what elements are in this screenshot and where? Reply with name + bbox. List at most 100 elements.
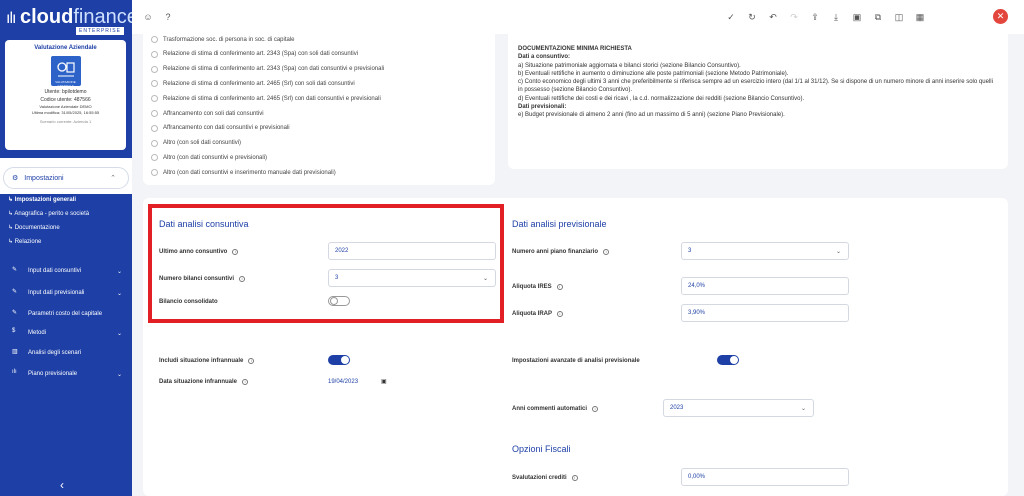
- submenu-impostazioni-generali[interactable]: ↳ Impostazioni generali: [8, 196, 76, 203]
- radio-circle[interactable]: [151, 154, 158, 162]
- menu-piano-previsionale[interactable]: ılı Piano previsionale ⌄: [12, 369, 122, 379]
- upload-icon[interactable]: ⇪: [809, 11, 821, 23]
- info-icon[interactable]: i: [603, 249, 610, 255]
- includi-infrannuale-toggle[interactable]: [328, 355, 350, 365]
- radio-label: Altro (con dati consuntivi e previsional…: [163, 154, 268, 161]
- ires-input[interactable]: 24,0%: [681, 277, 849, 295]
- valuation-icon: VALUTAZIONE AZIENDALE: [50, 56, 81, 88]
- doc-consuntivo-heading: Dati a consuntivo:: [518, 54, 571, 61]
- calendar-icon[interactable]: ▦: [914, 11, 926, 23]
- refresh-icon[interactable]: ↻: [746, 11, 758, 23]
- radio-circle[interactable]: [151, 169, 158, 177]
- redo-icon[interactable]: ↷: [788, 11, 800, 23]
- report-type-radio[interactable]: Relazione di stima di conferimento art. …: [151, 50, 358, 58]
- report-type-radio[interactable]: Trasformazione soc. di persona in soc. d…: [151, 36, 295, 43]
- radio-circle[interactable]: [151, 110, 158, 117]
- anni-piano-select[interactable]: 3 ⌄: [681, 242, 849, 260]
- radio-label: Affrancamento con soli dati consuntivi: [163, 110, 264, 117]
- report-type-radio[interactable]: Relazione di stima di conferimento art. …: [151, 80, 355, 88]
- radio-circle[interactable]: [151, 139, 158, 147]
- anni-commenti-label: Anni commenti automatici i: [512, 406, 599, 412]
- cloudfinance-logo[interactable]: ılı cloudfinance ENTERPRISE: [6, 6, 138, 35]
- submenu-anagrafica[interactable]: ↳ Anagrafica - perito e società: [8, 210, 89, 217]
- menu-impostazioni[interactable]: ⚙ Impostazioni ⌃: [3, 167, 129, 189]
- impostazioni-avanzate-toggle[interactable]: [717, 355, 739, 365]
- radio-circle[interactable]: [151, 65, 158, 73]
- copy-icon[interactable]: ⧉: [872, 11, 884, 23]
- chevron-down-icon: ⌄: [116, 330, 122, 337]
- logo-bars-icon: ılı: [6, 10, 17, 27]
- menu-input-previsionali[interactable]: ✎ Input dati previsionali ⌄: [12, 288, 122, 298]
- doc-title: DOCUMENTAZIONE MINIMA RICHIESTA: [518, 46, 632, 52]
- user-name: Utente: bpilotdemo: [44, 89, 87, 95]
- radio-circle[interactable]: [151, 50, 158, 58]
- radio-circle[interactable]: [151, 124, 158, 132]
- menu-input-consuntivi[interactable]: ✎ Input dati consuntivi ⌄: [12, 266, 122, 276]
- doc-line: d) Eventuali rettifiche dei costi e dei …: [518, 95, 805, 102]
- company-card: Valutazione Aziendale VALUTAZIONE AZIEND…: [5, 40, 126, 150]
- info-icon[interactable]: i: [248, 358, 255, 364]
- download-icon[interactable]: ⤓: [830, 11, 842, 23]
- menu-analisi-scenari[interactable]: ▥ Analisi degli scenari: [12, 348, 122, 358]
- help-icon[interactable]: ?: [162, 11, 174, 23]
- previsionale-heading: Dati analisi previsionale: [512, 219, 607, 229]
- svalutazioni-input[interactable]: 0,00%: [681, 468, 849, 486]
- chevron-down-icon: ⌄: [116, 290, 122, 297]
- layout-icon[interactable]: ◫: [893, 11, 905, 23]
- chevron-down-icon: ⌄: [800, 405, 806, 412]
- chevron-down-icon: ⌄: [116, 371, 122, 378]
- chevron-up-icon: ⌃: [110, 175, 116, 182]
- menu-impostazioni-label: Impostazioni: [24, 174, 64, 182]
- calendar-icon[interactable]: ▣: [381, 378, 387, 385]
- irap-label: Aliquota IRAP i: [512, 311, 563, 317]
- info-icon[interactable]: i: [556, 284, 563, 290]
- top-toolbar: ☺ ? ✓ ↻ ↶ ↷ ⇪ ⤓ ▣ ⧉ ◫ ▦: [132, 0, 1024, 34]
- doc-previsionali-heading: Dati previsionali:: [518, 104, 567, 111]
- check-icon[interactable]: ✓: [725, 11, 737, 23]
- report-type-radio[interactable]: Altro (con dati consuntivi e previsional…: [151, 154, 268, 162]
- doc-line: c) Conto economico degli ultimi 3 anni c…: [518, 79, 993, 94]
- report-type-radio[interactable]: Relazione di stima di conferimento art. …: [151, 65, 384, 73]
- impostazioni-avanzate-label: Impostazioni avanzate di analisi previsi…: [512, 358, 640, 364]
- report-type-radio[interactable]: Relazione di stima di conferimento art. …: [151, 95, 381, 103]
- info-icon[interactable]: i: [557, 311, 563, 317]
- radio-label: Trasformazione soc. di persona in soc. d…: [163, 36, 295, 43]
- menu-parametri-capitale[interactable]: ✎ Parametri costo del capitale: [12, 309, 122, 319]
- collapse-sidebar-icon[interactable]: ‹: [60, 478, 64, 492]
- radio-label: Affrancamento con dati consuntivi e prev…: [163, 125, 290, 132]
- support-icon[interactable]: ☺: [142, 11, 154, 23]
- columns-icon: ▥: [12, 349, 18, 355]
- info-icon[interactable]: i: [592, 406, 599, 412]
- svalutazioni-label: Svalutazioni crediti i: [512, 475, 578, 481]
- chevron-down-icon: ⌄: [116, 268, 122, 275]
- dollar-icon: $: [12, 328, 16, 334]
- report-type-radio[interactable]: Affrancamento con soli dati consuntivi: [151, 110, 264, 117]
- logo-text: cloudfinance: [20, 6, 138, 28]
- info-icon[interactable]: i: [571, 475, 578, 481]
- data-infrannuale-input[interactable]: 19/04/2023: [328, 379, 358, 385]
- report-type-radio[interactable]: Affrancamento con dati consuntivi e prev…: [151, 124, 290, 132]
- last-modified: Ultima modifica: 31/05/2025, 16:55:55: [31, 110, 100, 115]
- radio-circle[interactable]: [151, 36, 158, 43]
- icon-caption: VALUTAZIONE AZIENDALE: [55, 80, 76, 88]
- anni-commenti-select[interactable]: 2023 ⌄: [663, 399, 814, 417]
- submenu-documentazione[interactable]: ↳ Documentazione: [8, 224, 60, 231]
- save-icon[interactable]: ▣: [851, 11, 863, 23]
- undo-icon[interactable]: ↶: [767, 11, 779, 23]
- close-icon[interactable]: ✕: [993, 9, 1008, 24]
- irap-input[interactable]: 3,90%: [681, 304, 849, 322]
- gear-icon: ⚙: [12, 175, 19, 182]
- card-title: Valutazione Aziendale: [34, 45, 97, 51]
- fiscali-heading: Opzioni Fiscali: [512, 444, 571, 454]
- info-icon[interactable]: i: [242, 379, 249, 385]
- radio-circle[interactable]: [151, 95, 158, 103]
- submenu-relazione[interactable]: ↳ Relazione: [8, 238, 41, 245]
- radio-circle[interactable]: [151, 80, 158, 88]
- edit-icon: ✎: [12, 267, 18, 273]
- data-infrannuale-label: Data situazione infrannuale i: [159, 379, 249, 385]
- chart-bars-icon: ılı: [12, 369, 17, 375]
- report-type-radio[interactable]: Altro (con soli dati consuntivi): [151, 139, 241, 147]
- menu-metodi[interactable]: $ Metodi ⌄: [12, 328, 122, 338]
- report-type-radio[interactable]: Altro (con dati consuntivi e inserimento…: [151, 169, 336, 177]
- includi-infrannuale-label: Includi situazione infrannuale i: [159, 358, 255, 364]
